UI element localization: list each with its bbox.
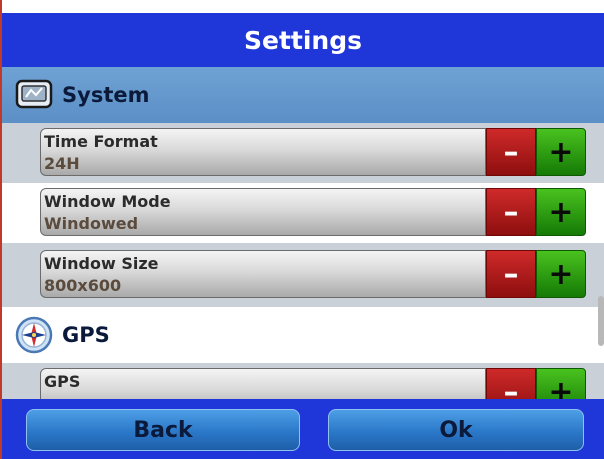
increment-window-size-button[interactable]: + [536, 250, 586, 298]
section-header-gps: GPS [2, 307, 604, 363]
decrement-window-mode-button[interactable]: – [486, 188, 536, 236]
setting-value: Windowed [44, 214, 139, 233]
plus-icon: + [548, 134, 574, 170]
section-label-gps: GPS [62, 323, 110, 347]
ok-button-label: Ok [439, 417, 473, 443]
decrement-time-format-button[interactable]: – [486, 128, 536, 176]
minus-icon: – [503, 194, 519, 230]
setting-field-time-format[interactable]: Time Format 24H [40, 128, 486, 176]
page-title: Settings [243, 25, 362, 55]
setting-name: Window Size [44, 254, 159, 273]
settings-window: Settings System Time Format 24H – + Wind… [0, 0, 604, 459]
plus-icon: + [548, 194, 574, 230]
minus-icon: – [503, 374, 519, 400]
setting-value: 24H [44, 154, 80, 173]
setting-row-window-mode: Window Mode Windowed – + [40, 188, 586, 238]
setting-field-window-size[interactable]: Window Size 800x600 [40, 250, 486, 298]
setting-row-time-format: Time Format 24H – + [40, 128, 586, 178]
increment-time-format-button[interactable]: + [536, 128, 586, 176]
decrement-window-size-button[interactable]: – [486, 250, 536, 298]
section-header-system: System [2, 67, 604, 123]
section-label-system: System [62, 83, 150, 107]
setting-name: GPS [44, 372, 81, 391]
compass-icon [12, 315, 56, 355]
ok-button[interactable]: Ok [328, 409, 584, 451]
setting-field-window-mode[interactable]: Window Mode Windowed [40, 188, 486, 236]
decrement-gps-button[interactable]: – [486, 368, 536, 399]
minus-icon: – [503, 256, 519, 292]
increment-gps-button[interactable]: + [536, 368, 586, 399]
back-button[interactable]: Back [26, 409, 300, 451]
setting-field-gps[interactable]: GPS [40, 368, 486, 399]
increment-window-mode-button[interactable]: + [536, 188, 586, 236]
setting-row-gps: GPS – + [40, 368, 586, 399]
title-bar: Settings [2, 13, 604, 67]
setting-row-window-size: Window Size 800x600 – + [40, 250, 586, 300]
system-monitor-icon [12, 75, 56, 115]
setting-name: Time Format [44, 132, 158, 151]
settings-list[interactable]: System Time Format 24H – + Window Mode W… [2, 67, 604, 399]
footer-bar: Back Ok [2, 399, 604, 459]
setting-name: Window Mode [44, 192, 171, 211]
plus-icon: + [548, 256, 574, 292]
setting-value: 800x600 [44, 276, 122, 295]
plus-icon: + [548, 374, 574, 400]
back-button-label: Back [133, 417, 193, 443]
scrollbar-thumb[interactable] [598, 296, 604, 346]
minus-icon: – [503, 134, 519, 170]
